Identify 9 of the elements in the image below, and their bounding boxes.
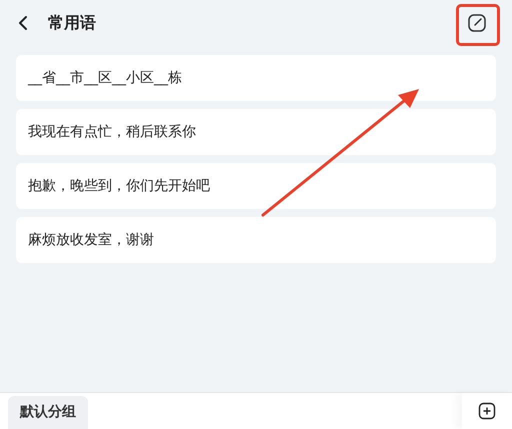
highlight-frame	[456, 4, 500, 46]
phrase-item[interactable]: 麻烦放收发室，谢谢	[16, 217, 496, 263]
phrase-item[interactable]: 我现在有点忙，稍后联系你	[16, 109, 496, 155]
phrase-item[interactable]: __省__市__区__小区__栋	[16, 55, 496, 101]
add-button[interactable]	[478, 402, 496, 420]
page-title: 常用语	[48, 12, 96, 34]
phrase-item[interactable]: 抱歉，晚些到，你们先开始吧	[16, 163, 496, 209]
edit-button[interactable]	[466, 12, 488, 34]
group-tab[interactable]: 默认分组	[8, 396, 88, 429]
